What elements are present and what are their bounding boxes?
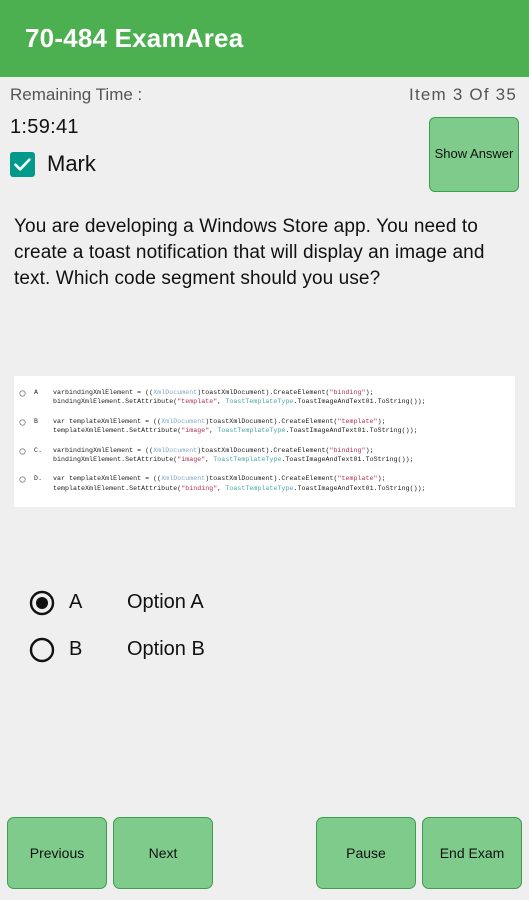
answer-label: Option B [127, 638, 205, 661]
code-radio-icon [14, 417, 34, 426]
code-option-letter: D. [34, 475, 43, 483]
radio-selected-icon[interactable] [29, 590, 55, 616]
remaining-time-label: Remaining Time : [10, 85, 143, 104]
code-option-letter: A [34, 389, 39, 396]
answer-letter: B [69, 638, 83, 661]
code-radio-icon [14, 446, 34, 455]
code-option-b: B var templateXmlElement = ((XmlDocument… [14, 413, 511, 442]
radio-unselected-icon[interactable] [29, 637, 55, 663]
app-header-bar: 70-484 ExamArea [0, 0, 529, 77]
end-exam-button[interactable]: End Exam [422, 816, 522, 889]
code-option-text: var templateXmlElement = ((XmlDocument)t… [53, 475, 426, 492]
answer-label: Option A [127, 591, 204, 614]
code-option-text: var templateXmlElement = ((XmlDocument)t… [53, 417, 418, 435]
question-text: You are developing a Windows Store app. … [14, 216, 485, 289]
show-answer-button[interactable]: Show Answer [429, 117, 519, 192]
code-option-d: D. var templateXmlElement = ((XmlDocumen… [14, 470, 511, 499]
code-option-a: A varbindingXmlElement = ((XmlDocument)t… [14, 384, 511, 413]
code-option-text: varbindingXmlElement = ((XmlDocument)toa… [53, 389, 426, 406]
status-row: Remaining Time : Item 3 Of 35 [10, 85, 519, 105]
item-counter: Item 3 Of 35 [409, 85, 517, 104]
check-icon [14, 157, 31, 171]
code-option-letter: C. [34, 446, 43, 454]
question-scroll-area[interactable]: You are developing a Windows Store app. … [0, 209, 529, 805]
code-radio-icon [14, 388, 34, 397]
next-button[interactable]: Next [113, 816, 213, 889]
mark-checkbox[interactable] [10, 151, 35, 177]
mark-label: Mark [47, 151, 96, 176]
code-options-panel: A varbindingXmlElement = ((XmlDocument)t… [14, 376, 515, 508]
previous-button[interactable]: Previous [7, 816, 107, 889]
code-option-letter: B [34, 417, 39, 425]
code-option-text: varbindingXmlElement = ((XmlDocument)toa… [53, 446, 414, 464]
answer-option-b[interactable]: B Option B [14, 626, 515, 673]
code-option-c: C. varbindingXmlElement = ((XmlDocument)… [14, 442, 511, 471]
app-title: 70-484 ExamArea [25, 23, 244, 53]
answer-radio-group[interactable]: A Option A B Option B [14, 579, 515, 673]
answer-letter: A [69, 591, 83, 614]
code-radio-icon [14, 474, 34, 484]
pause-button[interactable]: Pause [316, 816, 416, 889]
exam-app-screen: 70-484 ExamArea Remaining Time : Item 3 … [0, 0, 529, 900]
answer-option-a[interactable]: A Option A [14, 579, 515, 626]
bottom-navigation-bar: Previous Next Pause End Exam [0, 805, 529, 900]
status-strip: Remaining Time : Item 3 Of 35 1:59:41 Ma… [0, 77, 529, 209]
